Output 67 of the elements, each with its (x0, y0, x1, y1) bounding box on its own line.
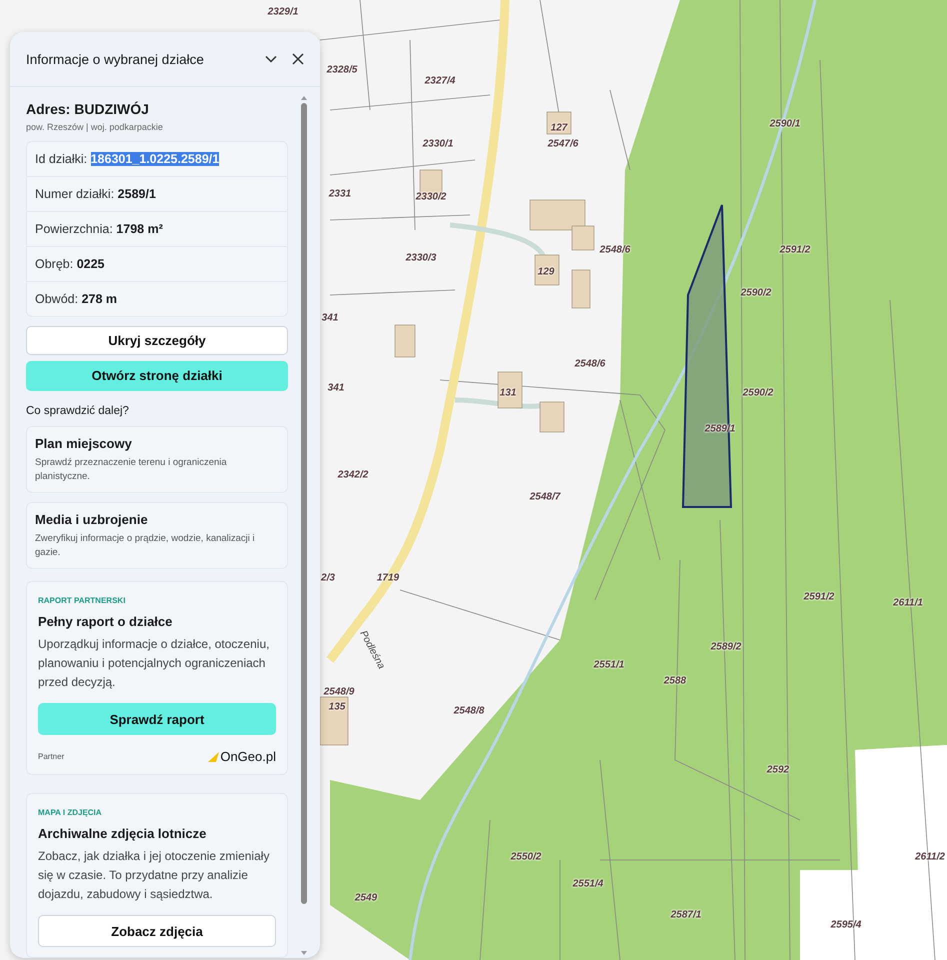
card-text: Uporządkuj informacje o działce, otoczeniu, planowaniu i potencjalnych ograniczeniach przed decyzją. (38, 636, 270, 691)
card-eyebrow: MAPA I ZDJĘCIA (38, 808, 103, 817)
parcel-label: 2548/8 (454, 706, 484, 716)
open-page-button[interactable]: Otwórz stronę działki (26, 360, 288, 391)
parcel-label: 127 (550, 122, 568, 134)
parcel-label: 1719 (376, 572, 400, 584)
parcel-label: 2587/1 (670, 910, 702, 920)
parcel-label: 2591/2 (804, 592, 834, 602)
detail-text: Powierzchnia: 1798 m² (35, 222, 163, 236)
card-eyebrow: RAPORT PARTNERSKI (38, 596, 126, 605)
detail-text: Numer działki: 2589/1 (35, 187, 156, 201)
parcel-label: 2611/1 (893, 598, 923, 608)
parcel-label: 2551/1 (594, 660, 624, 670)
parcel-label: 2/3 (321, 572, 335, 584)
card-button[interactable]: Zobacz zdjęcia (38, 915, 276, 947)
card-button[interactable]: Sprawdź raport (38, 703, 276, 735)
parcel-label: 129 (538, 266, 554, 278)
card-text: Sprawdź przeznaczenie terenu i ograniczenia planistyczne. (35, 456, 228, 484)
parcel-label: 2611/2 (915, 852, 945, 862)
parcel-label: 2592 (766, 764, 790, 776)
parcel-label: 2551/4 (572, 878, 604, 890)
panel-title: Informacje o wybranej działce (26, 52, 205, 66)
detail-text: Id działki: 186301_1.0225.2589/1 (35, 152, 220, 166)
section-heading: Co sprawdzić dalej? (26, 405, 130, 417)
parcel-label: 2591/2 (780, 244, 810, 256)
card-text: Zweryfikuj informacje o prądzie, wodzie, kanalizacji i gazie. (35, 532, 256, 560)
parcel-label: 2328/5 (326, 64, 358, 76)
parcel-label: 131 (500, 388, 516, 398)
card-title: Pełny raport o działce (38, 614, 174, 629)
parcel-label: 341 (328, 382, 344, 394)
card-text: Zobacz, jak działka i jej otoczenie zmieniały się w czasie. To przydatne przy analizie dojazdu, zabudowy i sąsiedztwa. (38, 848, 270, 903)
parcel-label: 2330/3 (406, 252, 436, 264)
parcel-label: 2331 (328, 188, 352, 200)
parcel-label: 2590/2 (742, 388, 774, 398)
partner-logo: OnGeo.pl (220, 749, 276, 764)
parcel-label: 2342/2 (338, 470, 368, 480)
detail-text: Obwód: 278 m (35, 292, 118, 306)
parcel-label: 2590/2 (740, 288, 772, 298)
card-title: Plan miejscowy (35, 436, 133, 451)
parcel-label: 2548/7 (530, 492, 560, 502)
parcel-label: 2327/4 (424, 76, 456, 86)
parcel-label: 2329/1 (268, 6, 298, 18)
parcel-label: 2550/2 (510, 852, 542, 862)
parcel-label: 2548/9 (324, 686, 354, 698)
logo-icon (208, 752, 220, 762)
card-title: Archiwalne zdjęcia lotnicze (38, 826, 208, 841)
partner-label: Partner (38, 752, 64, 761)
parcel-label: 2330/2 (416, 192, 446, 202)
detail-text: Obręb: 0225 (35, 257, 104, 271)
parcel-label: 2588 (664, 676, 686, 686)
parcel-label: 2549 (354, 892, 378, 904)
parcel-label: 2589/2 (710, 642, 742, 652)
scroll-up-icon[interactable] (300, 95, 308, 101)
close-icon[interactable] (292, 53, 304, 65)
address-title: Adres: BUDZIWÓJ (26, 101, 150, 117)
scrollbar[interactable] (300, 95, 308, 956)
card-title: Media i uzbrojenie (35, 512, 149, 527)
parcel-label: 2547/6 (548, 138, 578, 150)
parcel-label: 135 (328, 702, 346, 712)
address-subtitle: pow. Rzeszów | woj. podkarpackie (26, 122, 164, 132)
parcel-label: 2548/6 (574, 358, 606, 370)
scroll-down-icon[interactable] (300, 950, 308, 956)
link-card[interactable]: Media i uzbrojenie Zweryfikuj informacje o prądzie, wodzie, kanalizacji i gazie. (26, 502, 288, 569)
parcel-label: 2330/1 (422, 138, 454, 150)
parcel-label: 341 (322, 312, 338, 324)
link-card[interactable]: Plan miejscowy Sprawdź przeznaczenie terenu i ograniczenia planistyczne. (26, 426, 288, 493)
hide-details-button[interactable]: Ukryj szczegóły (26, 326, 288, 355)
